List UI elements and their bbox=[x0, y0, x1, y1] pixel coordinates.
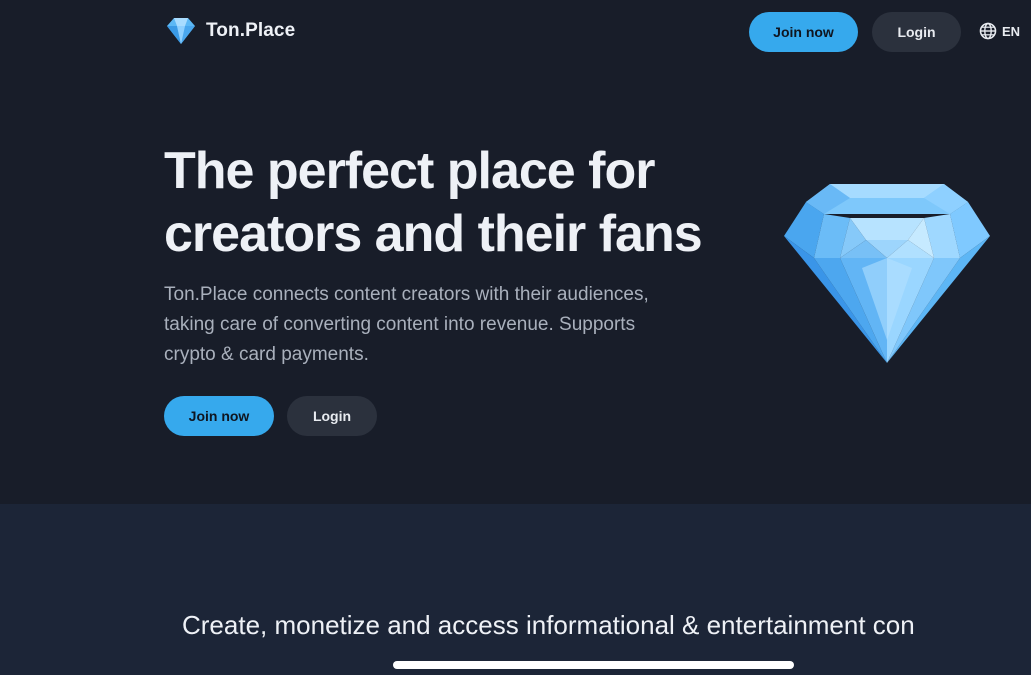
diamond-illustration bbox=[784, 180, 990, 363]
hero-subtitle: Ton.Place connects content creators with… bbox=[164, 280, 704, 370]
language-label: EN bbox=[1002, 23, 1021, 39]
hero-section: Ton.Place Join now Login EN The perfect … bbox=[0, 0, 1031, 504]
hero-title-line-1: The perfect place for bbox=[164, 142, 655, 200]
language-selector[interactable]: EN bbox=[979, 22, 1020, 40]
features-heading: Create, monetize and access informationa… bbox=[182, 610, 915, 640]
header-login-button[interactable]: Login bbox=[872, 12, 961, 52]
hero-login-button[interactable]: Login bbox=[287, 396, 377, 436]
diamond-icon bbox=[167, 18, 195, 44]
brand-logo-link[interactable]: Ton.Place bbox=[166, 17, 295, 45]
features-section bbox=[0, 504, 1031, 675]
globe-icon bbox=[979, 22, 997, 40]
hero-title: The perfect place for creators and their… bbox=[164, 140, 764, 266]
hero-subtitle-line-2: taking care of converting content into r… bbox=[164, 314, 636, 335]
hero-subtitle-line-3: crypto & card payments. bbox=[164, 344, 369, 365]
hero-title-line-2: creators and their fans bbox=[164, 205, 703, 263]
header-join-button[interactable]: Join now bbox=[749, 12, 858, 52]
hero-subtitle-line-1: Ton.Place connects content creators with… bbox=[164, 284, 649, 305]
hero-join-button[interactable]: Join now bbox=[164, 396, 274, 436]
brand-name: Ton.Place bbox=[206, 20, 296, 41]
page: Ton.Place Join now Login EN The perfect … bbox=[0, 0, 1031, 675]
home-indicator-bar[interactable] bbox=[393, 661, 794, 669]
